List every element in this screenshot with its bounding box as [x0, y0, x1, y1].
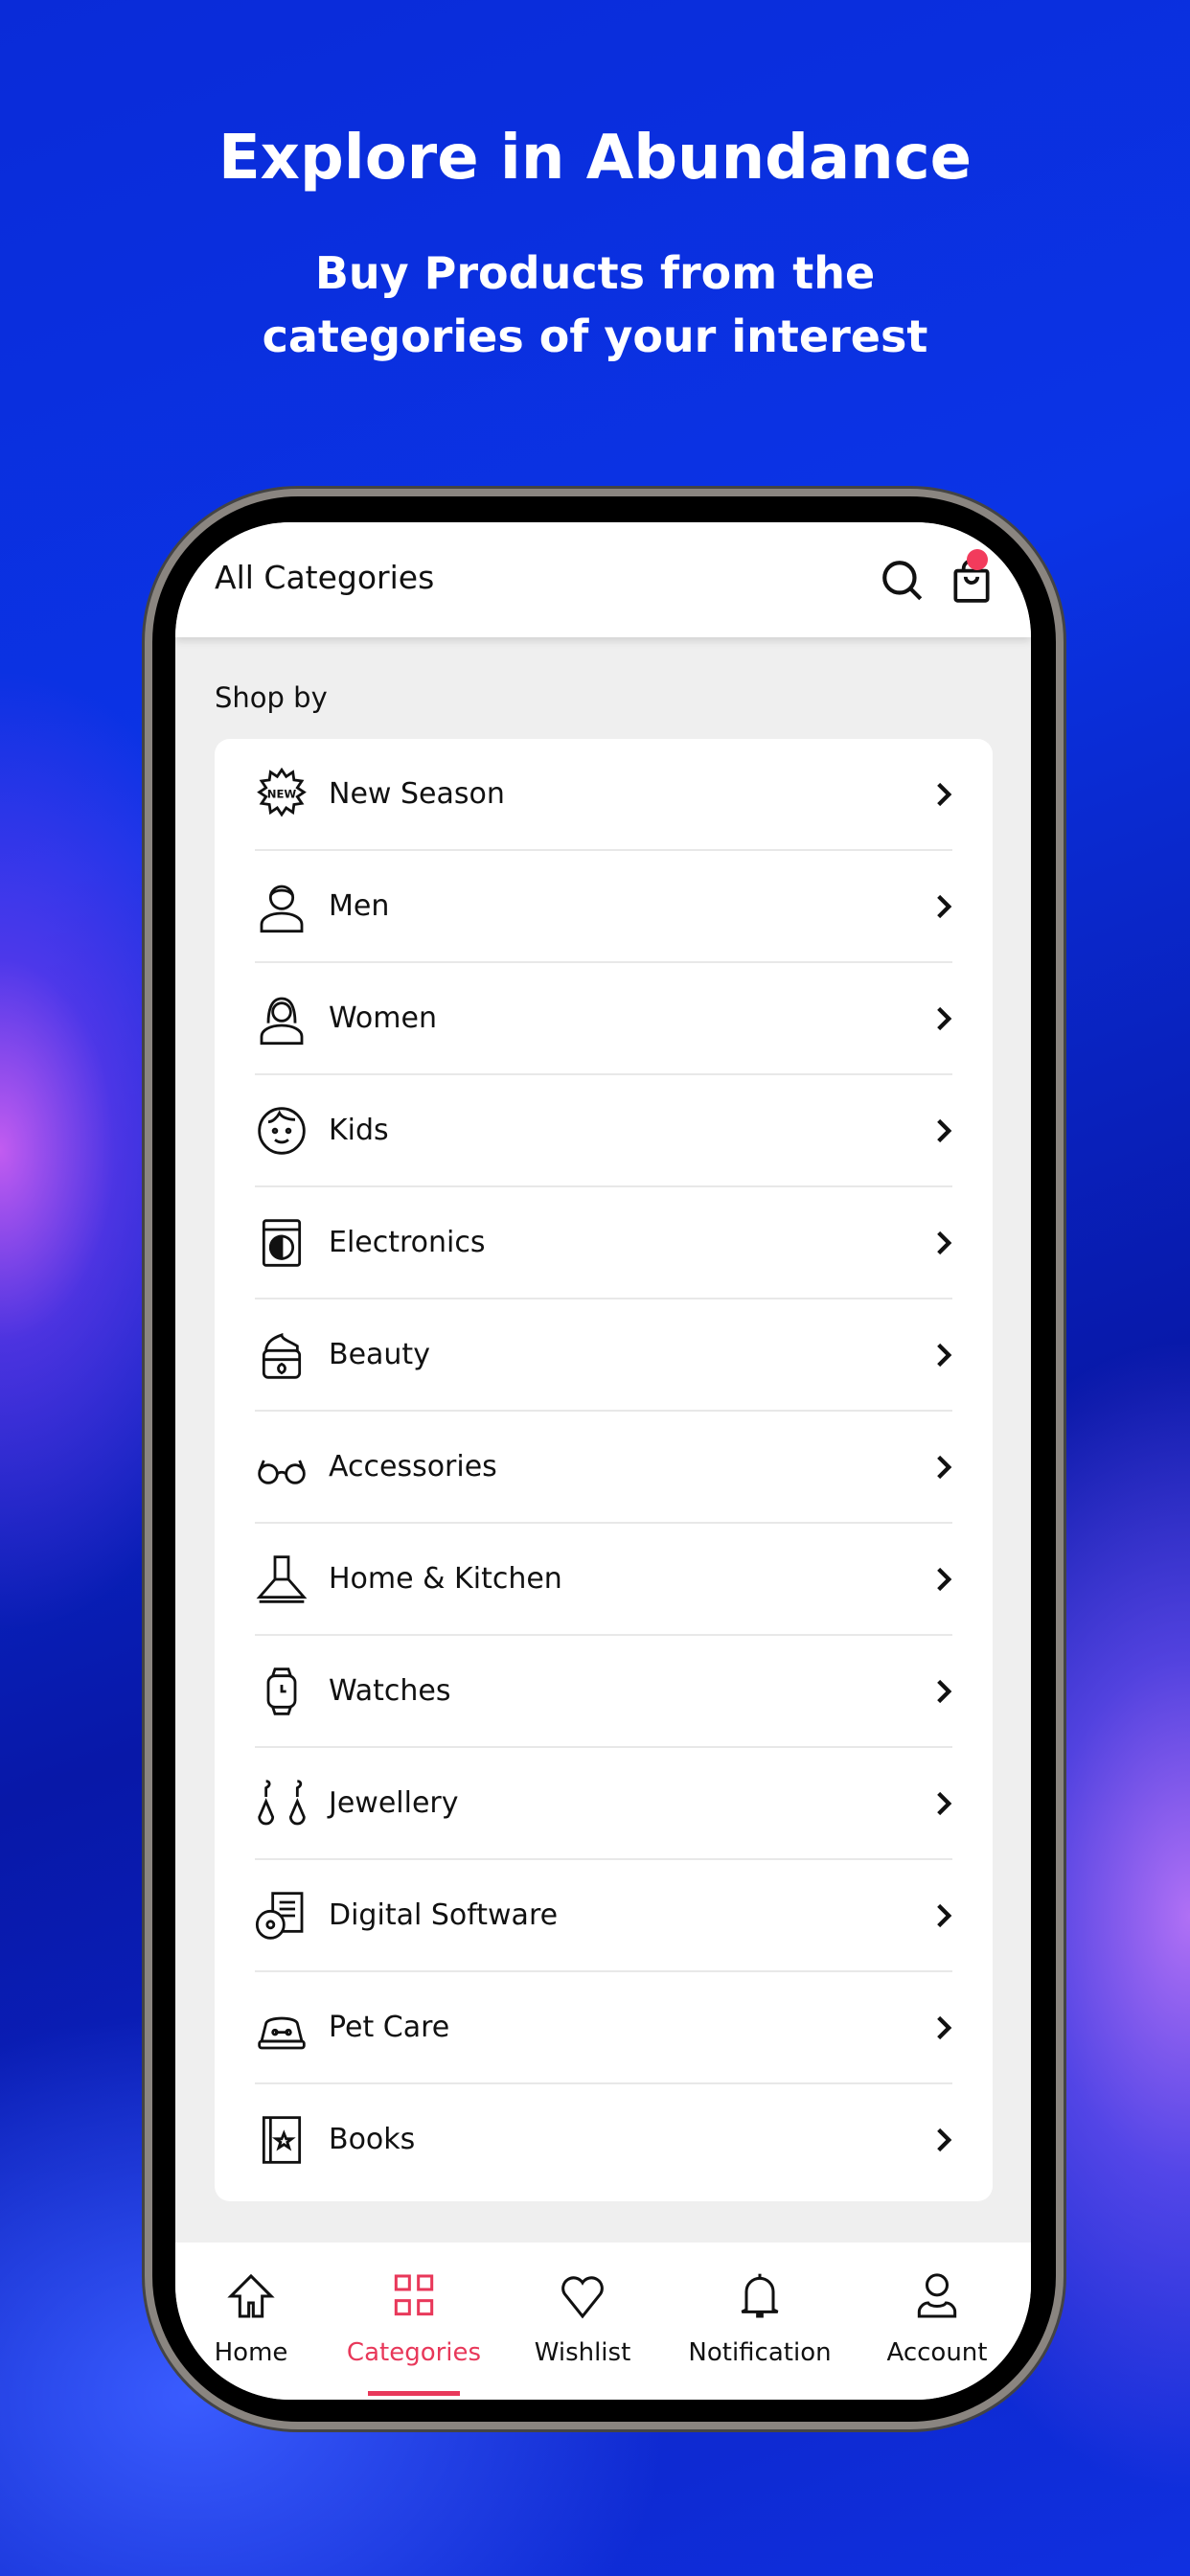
category-item[interactable]: Women [215, 963, 993, 1075]
home-icon [227, 2273, 275, 2318]
nav-label: Wishlist [534, 2338, 631, 2367]
category-item[interactable]: Accessories [215, 1412, 993, 1524]
nav-label: Notification [688, 2338, 832, 2367]
hero-title: Explore in Abundance [217, 123, 973, 194]
chevron-right-icon [937, 1118, 952, 1143]
category-label: Books [329, 2123, 416, 2156]
chevron-right-icon [937, 1903, 952, 1928]
chevron-right-icon [937, 1791, 952, 1816]
software-disc-icon [255, 1892, 304, 1940]
section-title: Shop by [215, 681, 328, 714]
category-item[interactable]: Pet Care [215, 1972, 993, 2084]
new-badge-icon: NEW [257, 768, 307, 817]
category-label: Home & Kitchen [329, 1562, 562, 1596]
bell-icon [741, 2273, 779, 2318]
category-label: Digital Software [329, 1898, 559, 1932]
category-label: Jewellery [329, 1786, 459, 1820]
nav-item-account[interactable]: Account [856, 2242, 1018, 2400]
app-screen: All Categories Shop by NEW New Season Me… [175, 522, 1031, 2400]
category-item[interactable]: Beauty [215, 1300, 993, 1412]
woman-icon [260, 997, 304, 1046]
category-item[interactable]: Electronics [215, 1187, 993, 1300]
nav-item-categories[interactable]: Categories [332, 2242, 495, 2400]
kid-face-icon [258, 1107, 306, 1155]
hero-subtitle-line-1: Buy Products from the [314, 247, 876, 299]
nav-label: Home [214, 2338, 288, 2367]
grid-icon [394, 2274, 434, 2316]
category-label: Women [329, 1001, 437, 1035]
bottom-navigation: Home Categories Wishlist Notification Ac… [175, 2242, 1031, 2400]
chevron-right-icon [937, 1343, 952, 1368]
hero-subtitle-line-2: categories of your interest [262, 310, 928, 362]
category-item[interactable]: Home & Kitchen [215, 1524, 993, 1636]
category-label: Accessories [329, 1450, 497, 1484]
category-label: Electronics [329, 1226, 486, 1259]
earrings-icon [258, 1780, 306, 1826]
book-icon [262, 2116, 302, 2164]
category-label: Kids [329, 1114, 389, 1147]
svg-text:NEW: NEW [267, 788, 297, 801]
chevron-right-icon [937, 1567, 952, 1592]
nav-item-home[interactable]: Home [175, 2242, 332, 2400]
nav-label: Categories [346, 2338, 482, 2367]
chevron-right-icon [937, 2015, 952, 2040]
category-item[interactable]: Jewellery [215, 1748, 993, 1860]
chevron-right-icon [937, 1455, 952, 1480]
man-icon [260, 885, 304, 933]
hero-subtitle: Buy Products from the categories of your… [0, 242, 1190, 368]
pet-bowl-icon [258, 2016, 306, 2050]
app-header: All Categories [175, 522, 1031, 637]
search-icon[interactable] [879, 557, 927, 605]
category-item[interactable]: Watches [215, 1636, 993, 1748]
page-title: All Categories [215, 559, 435, 596]
heart-icon [561, 2276, 604, 2319]
active-tab-indicator [368, 2391, 460, 2396]
cart-badge [967, 549, 988, 570]
chevron-right-icon [937, 1679, 952, 1704]
category-label: Pet Care [329, 2011, 450, 2044]
category-item[interactable]: NEW New Season [215, 739, 993, 851]
nav-item-wishlist[interactable]: Wishlist [501, 2242, 664, 2400]
nav-item-notification[interactable]: Notification [678, 2242, 841, 2400]
cream-jar-icon [262, 1333, 302, 1379]
watch-icon [266, 1668, 297, 1715]
chimney-hood-icon [256, 1555, 308, 1603]
nav-label: Account [886, 2338, 988, 2367]
category-item[interactable]: Kids [215, 1075, 993, 1187]
washing-machine-icon [262, 1219, 302, 1267]
glasses-icon [258, 1460, 306, 1484]
chevron-right-icon [937, 894, 952, 919]
chevron-right-icon [937, 782, 952, 807]
category-item[interactable]: Books [215, 2084, 993, 2196]
category-label: Beauty [329, 1338, 430, 1371]
category-label: Watches [329, 1674, 451, 1708]
user-icon [917, 2273, 957, 2318]
chevron-right-icon [937, 1230, 952, 1255]
category-list: NEW New Season Men Women Kids Electronic… [215, 739, 993, 2201]
category-item[interactable]: Men [215, 851, 993, 963]
chevron-right-icon [937, 2128, 952, 2152]
chevron-right-icon [937, 1006, 952, 1031]
category-item[interactable]: Digital Software [215, 1860, 993, 1972]
category-label: Men [329, 889, 390, 923]
category-label: New Season [329, 777, 505, 811]
